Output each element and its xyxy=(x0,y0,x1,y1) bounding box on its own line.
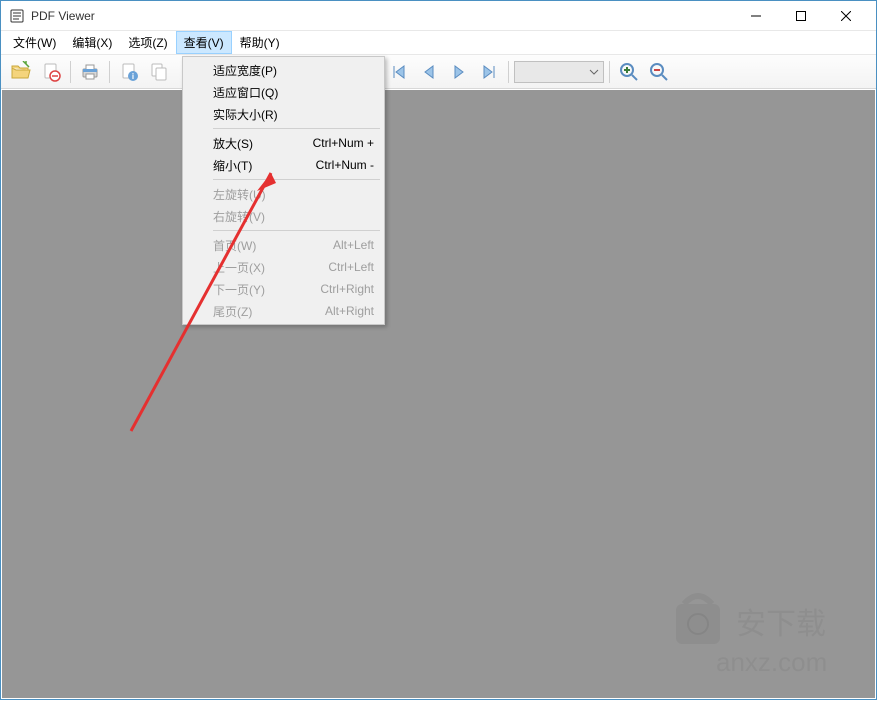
open-button[interactable] xyxy=(7,58,35,86)
info-button[interactable]: i xyxy=(115,58,143,86)
prev-page-button[interactable] xyxy=(415,58,443,86)
dropdown-separator xyxy=(213,128,380,129)
menu-edit[interactable]: 编辑(X) xyxy=(64,31,120,54)
toolbar-separator xyxy=(609,61,610,83)
document-area xyxy=(2,90,875,698)
svg-text:i: i xyxy=(132,72,134,81)
close-button[interactable] xyxy=(823,2,868,30)
view-dropdown-menu: 适应宽度(P) 适应窗口(Q) 实际大小(R) 放大(S) Ctrl+Num +… xyxy=(182,56,385,325)
chevron-down-icon xyxy=(589,67,599,77)
print-button[interactable] xyxy=(76,58,104,86)
menu-zoom-in[interactable]: 放大(S) Ctrl+Num + xyxy=(185,132,382,154)
first-page-button[interactable] xyxy=(385,58,413,86)
menu-actual-size[interactable]: 实际大小(R) xyxy=(185,103,382,125)
menu-prev-page[interactable]: 上一页(X) Ctrl+Left xyxy=(185,256,382,278)
menu-fit-window[interactable]: 适应窗口(Q) xyxy=(185,81,382,103)
maximize-button[interactable] xyxy=(778,2,823,30)
menu-last-page[interactable]: 尾页(Z) Alt+Right xyxy=(185,300,382,322)
last-page-button[interactable] xyxy=(475,58,503,86)
window-title: PDF Viewer xyxy=(31,9,733,23)
menubar: 文件(W) 编辑(X) 选项(Z) 查看(V) 帮助(Y) xyxy=(1,31,876,55)
next-page-button[interactable] xyxy=(445,58,473,86)
close-file-button[interactable] xyxy=(37,58,65,86)
zoom-in-button[interactable] xyxy=(615,58,643,86)
menu-view[interactable]: 查看(V) xyxy=(176,31,232,54)
menu-help[interactable]: 帮助(Y) xyxy=(232,31,288,54)
app-window: PDF Viewer 文件(W) 编辑(X) 选项(Z) 查看(V) 帮助(Y) xyxy=(0,0,877,700)
dropdown-separator xyxy=(213,230,380,231)
menu-fit-width[interactable]: 适应宽度(P) xyxy=(185,59,382,81)
toolbar-separator xyxy=(109,61,110,83)
menu-options[interactable]: 选项(Z) xyxy=(120,31,175,54)
copy-button[interactable] xyxy=(145,58,173,86)
menu-first-page[interactable]: 首页(W) Alt+Left xyxy=(185,234,382,256)
app-icon xyxy=(9,8,25,24)
toolbar: i xyxy=(1,55,876,89)
menu-zoom-out[interactable]: 缩小(T) Ctrl+Num - xyxy=(185,154,382,176)
titlebar: PDF Viewer xyxy=(1,1,876,31)
zoom-out-button[interactable] xyxy=(645,58,673,86)
menu-file[interactable]: 文件(W) xyxy=(5,31,64,54)
menu-rotate-left[interactable]: 左旋转(U) xyxy=(185,183,382,205)
menu-next-page[interactable]: 下一页(Y) Ctrl+Right xyxy=(185,278,382,300)
menu-rotate-right[interactable]: 右旋转(V) xyxy=(185,205,382,227)
zoom-combo[interactable] xyxy=(514,61,604,83)
dropdown-separator xyxy=(213,179,380,180)
minimize-button[interactable] xyxy=(733,2,778,30)
window-controls xyxy=(733,2,868,30)
toolbar-separator xyxy=(70,61,71,83)
toolbar-separator xyxy=(508,61,509,83)
